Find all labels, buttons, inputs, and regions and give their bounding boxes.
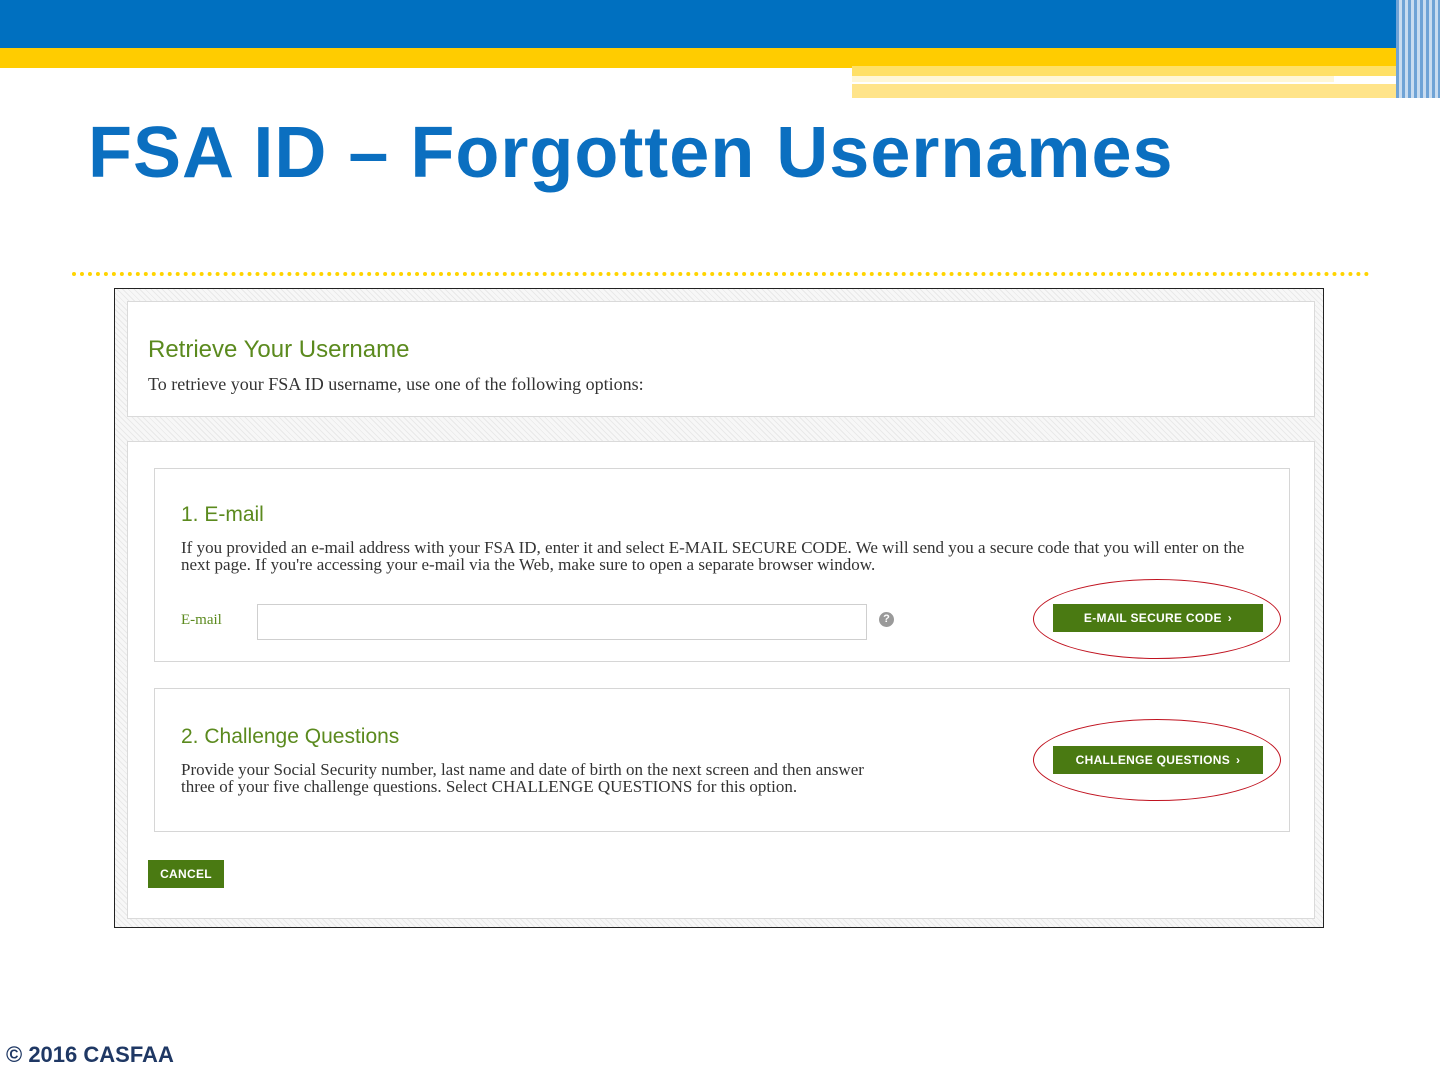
header-blue-bar: [0, 0, 1440, 48]
email-option-section: 1. E-mail If you provided an e-mail addr…: [154, 468, 1290, 662]
challenge-section-title: 2. Challenge Questions: [181, 725, 400, 748]
copyright-footer: © 2016 CASFAA: [6, 1042, 174, 1067]
slide-title: FSA ID – Forgotten Usernames: [88, 113, 1174, 193]
retrieve-intro-text: To retrieve your FSA ID username, use on…: [148, 374, 644, 394]
email-secure-code-button[interactable]: E-MAIL SECURE CODE ›: [1053, 604, 1263, 632]
header-accent-bar: [852, 66, 1440, 76]
challenge-section-description: Provide your Social Security number, las…: [181, 760, 864, 796]
screenshot-frame: Retrieve Your Username To retrieve your …: [114, 288, 1324, 928]
question-circle-icon[interactable]: ?: [879, 612, 894, 627]
email-section-description: If you provided an e-mail address with y…: [181, 538, 1245, 574]
header-accent-line: [852, 76, 1334, 82]
chevron-right-icon: ›: [1227, 611, 1233, 625]
challenge-questions-button[interactable]: CHALLENGE QUESTIONS ›: [1053, 746, 1263, 774]
email-field-label: E-mail: [181, 612, 222, 628]
challenge-option-section: 2. Challenge Questions Provide your Soci…: [154, 688, 1290, 832]
retrieve-intro-panel: Retrieve Your Username To retrieve your …: [127, 301, 1315, 417]
challenge-questions-label: CHALLENGE QUESTIONS: [1075, 753, 1231, 767]
chevron-right-icon: ›: [1236, 753, 1241, 767]
cancel-button[interactable]: CANCEL: [148, 860, 224, 888]
retrieve-options-panel: 1. E-mail If you provided an e-mail addr…: [127, 441, 1315, 919]
retrieve-heading: Retrieve Your Username: [148, 336, 410, 363]
email-secure-code-label: E-MAIL SECURE CODE: [1083, 611, 1222, 625]
header-yellow-bar: [0, 48, 1440, 68]
header-stripes: [1396, 0, 1440, 98]
header-accent-bar-lower: [852, 84, 1440, 98]
email-section-title: 1. E-mail: [181, 503, 264, 526]
email-field[interactable]: [257, 604, 867, 640]
title-divider: [72, 272, 1370, 276]
